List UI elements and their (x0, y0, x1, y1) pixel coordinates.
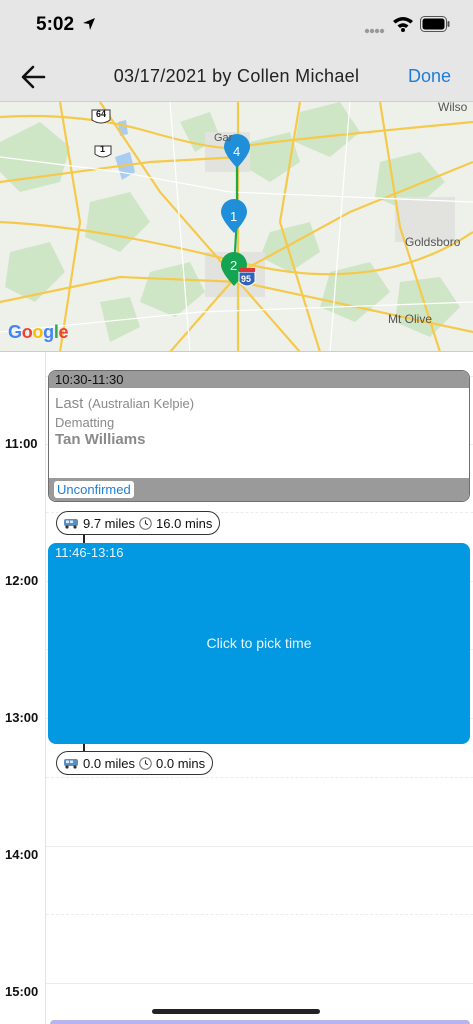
status-bar: 5:02 (0, 0, 473, 52)
status-time: 5:02 (36, 14, 75, 35)
route-95-shield-label: 95 (241, 274, 252, 284)
grid-line (46, 914, 473, 915)
battery-icon (420, 16, 450, 32)
van-icon (64, 519, 78, 529)
hour-label-13: 13:00 (5, 710, 39, 725)
appointment-time-range: 10:30-11:30 (49, 371, 469, 388)
next-appointment-peek[interactable] (50, 1020, 470, 1024)
route-1-shield-label: 1 (100, 144, 106, 154)
day-schedule[interactable]: 11:00 12:00 13:00 14:00 15:00 10:30-11:3… (0, 352, 473, 1024)
pick-time-label: Click to pick time (206, 635, 312, 651)
grid-line (46, 777, 473, 778)
travel-duration: 0.0 mins (156, 755, 206, 771)
google-logo: Google (8, 322, 69, 342)
van-icon (64, 759, 78, 769)
travel-duration: 16.0 mins (156, 515, 213, 531)
travel-info-pill: 0.0 miles 0.0 mins (56, 751, 214, 775)
appointment-pet-name: Last (55, 395, 84, 412)
travel-connector-line (83, 744, 85, 751)
pick-slot-time-range: 11:46-13:16 (55, 545, 124, 560)
time-gutter: 11:00 12:00 13:00 14:00 15:00 (0, 352, 46, 1024)
travel-distance: 9.7 miles (83, 515, 136, 531)
appointment-footer: Unconfirmed (49, 478, 469, 501)
appointment-client-name: Tan Williams (55, 431, 146, 448)
route-64-shield-label: 64 (96, 109, 107, 119)
travel-distance: 0.0 miles (83, 755, 136, 771)
hour-label-11: 11:00 (5, 436, 38, 451)
pick-time-slot[interactable]: 11:46-13:16 Click to pick time (48, 543, 470, 744)
hour-label-12: 12:00 (5, 573, 39, 588)
hour-label-14: 14:00 (5, 847, 39, 862)
navigation-bar: 03/17/2021 by Collen Michael Done (0, 52, 473, 102)
back-arrow-icon[interactable] (18, 62, 52, 92)
map-marker-1-label[interactable]: 1 (230, 209, 237, 224)
map-marker-2-label[interactable]: 2 (230, 258, 237, 273)
map-label-mt-olive: Mt Olive (388, 312, 433, 326)
route-map[interactable]: Wilso Gar Goldsboro Mt Olive 64 1 95 4 1… (0, 102, 473, 352)
map-label-wilson: Wilso (438, 102, 468, 114)
hour-label-15: 15:00 (5, 984, 39, 999)
status-badge: Unconfirmed (54, 481, 134, 498)
wifi-icon (393, 17, 413, 32)
clock-icon (139, 516, 152, 530)
appointment-pet-breed: (Australian Kelpie) (87, 396, 195, 411)
travel-info-pill: 9.7 miles 16.0 mins (56, 511, 221, 535)
grid-line (46, 846, 473, 847)
done-button[interactable]: Done (408, 66, 451, 87)
map-label-goldsboro: Goldsboro (405, 235, 461, 249)
location-arrow-icon (83, 18, 95, 30)
cellular-signal-icon (364, 28, 385, 34)
map-label-garner: Gar (214, 132, 233, 144)
grid-line (46, 983, 473, 984)
appointment-card[interactable]: 10:30-11:30 Last (Australian Kelpie) Dem… (48, 370, 470, 502)
page-title: 03/17/2021 by Collen Michael (113, 66, 360, 86)
map-marker-4-label[interactable]: 4 (233, 144, 240, 159)
appointment-service: Dematting (55, 415, 115, 430)
home-indicator[interactable] (152, 1009, 320, 1014)
clock-icon (139, 756, 152, 770)
